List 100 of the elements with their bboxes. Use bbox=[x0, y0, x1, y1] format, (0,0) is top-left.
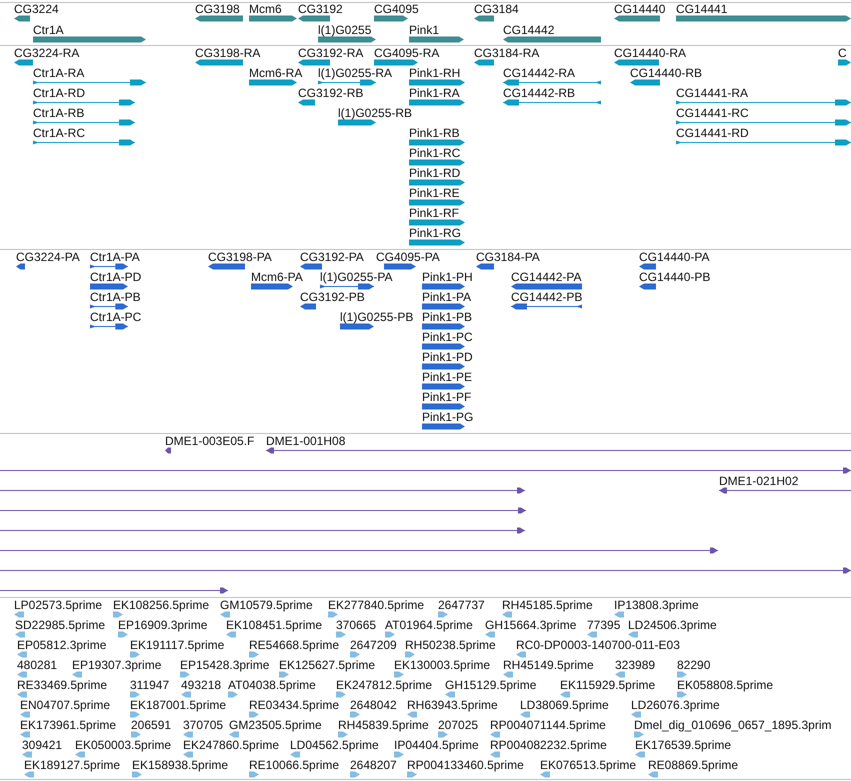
feature-label: EN04707.5prime bbox=[20, 699, 110, 712]
feature-arrow[interactable] bbox=[300, 303, 316, 310]
feature-arrow[interactable] bbox=[639, 283, 656, 290]
feature-label: Pink1-PA bbox=[422, 291, 472, 304]
feature-arrow[interactable] bbox=[384, 263, 416, 270]
feature-label: EP05812.3prime bbox=[17, 639, 106, 652]
feature-arrow[interactable] bbox=[0, 587, 228, 594]
feature-arrow[interactable] bbox=[33, 139, 135, 146]
feature-label: Ctr1A-RA bbox=[33, 67, 84, 80]
feature-arrow[interactable] bbox=[422, 343, 465, 350]
feature-arrow[interactable] bbox=[0, 527, 525, 534]
feature-label: Pink1-RB bbox=[409, 127, 460, 140]
feature-arrow[interactable] bbox=[90, 323, 128, 330]
feature-arrow[interactable] bbox=[14, 59, 33, 66]
feature-label: GH15129.5prime bbox=[445, 679, 536, 692]
feature-arrow[interactable] bbox=[298, 99, 315, 106]
feature-label: GM10579.5prime bbox=[220, 599, 313, 612]
feature-arrow[interactable] bbox=[639, 263, 656, 270]
feature-arrow[interactable] bbox=[422, 403, 465, 410]
feature-label: CG14442-RB bbox=[503, 87, 576, 100]
feature-arrow[interactable] bbox=[249, 79, 297, 86]
feature-arrow[interactable] bbox=[298, 59, 330, 66]
feature-arrow[interactable] bbox=[422, 323, 465, 330]
feature-arrow[interactable] bbox=[503, 79, 601, 86]
feature-arrow[interactable] bbox=[719, 487, 851, 494]
feature-arrow[interactable] bbox=[33, 99, 135, 106]
feature-arrow[interactable] bbox=[474, 15, 494, 22]
feature-arrow[interactable] bbox=[409, 239, 465, 246]
feature-arrow[interactable] bbox=[409, 99, 465, 106]
feature-label: CG14440-RB bbox=[630, 67, 702, 80]
feature-arrow[interactable] bbox=[614, 59, 659, 66]
feature-arrow[interactable] bbox=[676, 119, 851, 126]
feature-label: RH45149.5prime bbox=[503, 659, 594, 672]
feature-arrow[interactable] bbox=[422, 283, 465, 290]
feature-arrow[interactable] bbox=[195, 15, 243, 22]
feature-arrow[interactable] bbox=[33, 119, 135, 126]
feature-arrow[interactable] bbox=[630, 79, 660, 86]
feature-arrow[interactable] bbox=[422, 383, 465, 390]
feature-arrow[interactable] bbox=[476, 263, 494, 270]
feature-arrow[interactable] bbox=[338, 119, 376, 126]
feature-arrow[interactable] bbox=[298, 15, 330, 22]
feature-label: RH50238.5prime bbox=[405, 639, 496, 652]
feature-label: Pink1-RF bbox=[409, 207, 460, 220]
feature-label: CG14441-RA bbox=[676, 87, 748, 100]
feature-arrow[interactable] bbox=[90, 303, 128, 310]
feature-arrow[interactable] bbox=[374, 59, 418, 66]
feature-arrow[interactable] bbox=[676, 139, 851, 146]
feature-arrow[interactable] bbox=[422, 423, 465, 430]
feature-arrow[interactable] bbox=[614, 15, 660, 22]
feature-label: 77395 bbox=[587, 619, 620, 632]
feature-arrow[interactable] bbox=[33, 79, 146, 86]
feature-arrow[interactable] bbox=[165, 447, 171, 454]
feature-label: GH15664.3prime bbox=[485, 619, 576, 632]
feature-label: C bbox=[838, 47, 847, 60]
feature-arrow[interactable] bbox=[409, 199, 465, 206]
feature-label: EK108256.5prime bbox=[113, 599, 210, 612]
feature-arrow[interactable] bbox=[409, 79, 465, 86]
feature-arrow[interactable] bbox=[409, 36, 464, 43]
feature-arrow[interactable] bbox=[208, 263, 245, 270]
feature-label: CG3224-PA bbox=[16, 251, 80, 264]
feature-arrow[interactable] bbox=[409, 219, 465, 226]
feature-arrow[interactable] bbox=[0, 507, 526, 514]
feature-arrow[interactable] bbox=[0, 547, 718, 554]
feature-label: Pink1-PC bbox=[422, 331, 473, 344]
feature-label: CG3192-PB bbox=[300, 291, 365, 304]
feature-arrow[interactable] bbox=[90, 283, 128, 290]
feature-label: CG14441 bbox=[676, 3, 728, 16]
feature-label: Pink1-PG bbox=[422, 411, 474, 424]
feature-arrow[interactable] bbox=[0, 467, 851, 474]
feature-arrow[interactable] bbox=[474, 59, 494, 66]
feature-arrow[interactable] bbox=[300, 263, 322, 270]
feature-arrow[interactable] bbox=[16, 263, 25, 270]
feature-arrow[interactable] bbox=[676, 99, 851, 106]
feature-arrow[interactable] bbox=[409, 159, 465, 166]
feature-arrow[interactable] bbox=[0, 567, 851, 574]
feature-label: Pink1-PB bbox=[422, 311, 472, 324]
feature-label: Mcm6 bbox=[249, 3, 282, 16]
feature-arrow[interactable] bbox=[511, 303, 582, 310]
feature-arrow[interactable] bbox=[318, 36, 376, 43]
feature-label: 2647737 bbox=[438, 599, 485, 612]
feature-arrow[interactable] bbox=[422, 303, 465, 310]
feature-arrow[interactable] bbox=[340, 323, 374, 330]
feature-arrow[interactable] bbox=[503, 99, 601, 106]
feature-arrow[interactable] bbox=[320, 283, 374, 290]
feature-label: Ctr1A-RB bbox=[33, 107, 84, 120]
feature-arrow[interactable] bbox=[422, 363, 465, 370]
feature-arrow[interactable] bbox=[374, 15, 408, 22]
feature-arrow[interactable] bbox=[409, 179, 465, 186]
feature-label: EK173961.5prime bbox=[20, 719, 116, 732]
feature-arrow[interactable] bbox=[318, 79, 376, 86]
feature-arrow[interactable] bbox=[195, 59, 243, 66]
feature-arrow[interactable] bbox=[249, 15, 297, 22]
feature-arrow[interactable] bbox=[409, 139, 465, 146]
feature-arrow[interactable] bbox=[0, 487, 525, 494]
feature-arrow[interactable] bbox=[838, 59, 851, 66]
feature-arrow[interactable] bbox=[14, 15, 30, 22]
feature-arrow[interactable] bbox=[511, 283, 582, 290]
feature-arrow[interactable] bbox=[90, 263, 128, 270]
feature-arrow[interactable] bbox=[266, 447, 851, 454]
feature-arrow[interactable] bbox=[251, 283, 293, 290]
